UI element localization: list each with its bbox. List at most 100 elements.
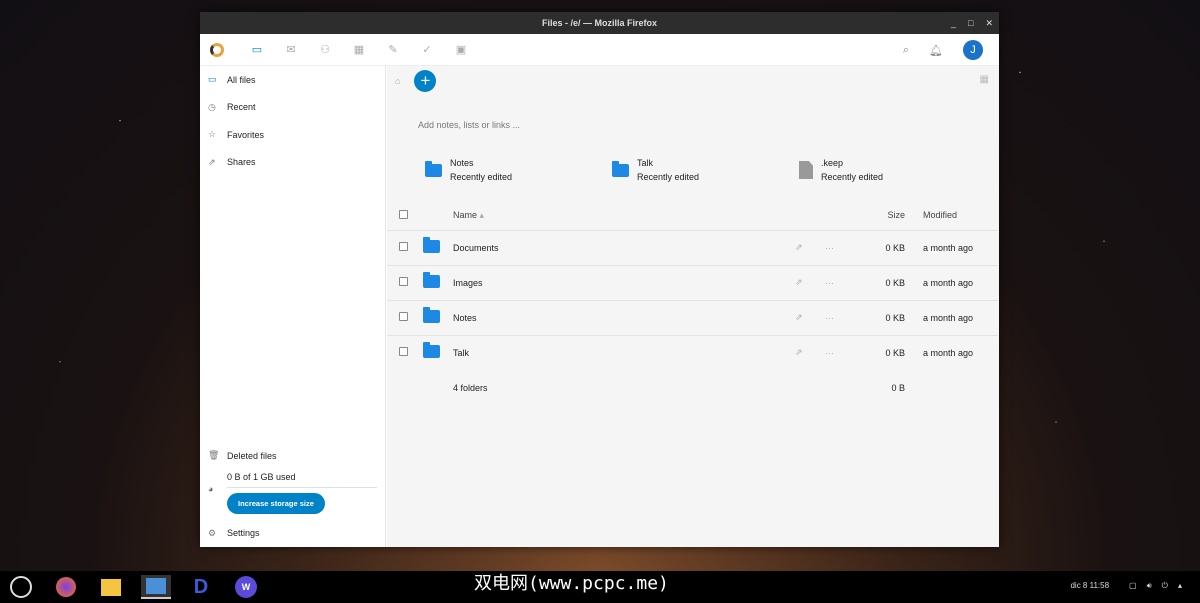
volume-icon[interactable]: 🔊︎ [1147, 581, 1152, 591]
files-icon[interactable] [141, 575, 171, 599]
recent-sub: Recently edited [450, 172, 513, 182]
app-header: ▭ ✉ ⚇ ▦ ✎ ✓ ▣ ⌕ 🔔︎ J [200, 34, 999, 66]
sidebar-item-label: All files [227, 74, 256, 85]
files-app-icon[interactable]: ▭ [240, 43, 274, 56]
table-row[interactable]: Documents ⇗ ··· 0 KB a month ago [387, 229, 998, 265]
row-checkbox[interactable] [399, 242, 408, 251]
clock-icon: ◷ [208, 101, 216, 112]
quota-text: 0 B of 1 GB used [227, 471, 296, 482]
photos-app-icon[interactable]: ▣ [444, 43, 478, 56]
file-size: 0 KB [855, 264, 905, 300]
file-table: Name ▴ Size Modified Documents ⇗ ··· 0 K… [387, 201, 998, 405]
row-checkbox[interactable] [399, 347, 408, 357]
modified-column-header[interactable]: Modified [905, 201, 998, 230]
file-name[interactable]: Documents [453, 229, 795, 265]
sidebar-item-favorites[interactable]: ☆ Favorites [200, 121, 385, 149]
row-checkbox[interactable] [399, 312, 408, 321]
search-icon[interactable]: ⌕ [903, 44, 909, 57]
recent-sub: Recently edited [821, 172, 884, 182]
sidebar-item-label: Shares [227, 157, 256, 168]
file-modified: a month ago [905, 229, 998, 265]
folder-icon: ▭ [208, 74, 217, 85]
share-icon[interactable]: ⇗ [795, 264, 825, 300]
notes-app-icon[interactable]: ✎ [376, 43, 410, 56]
sidebar-item-label: Favorites [227, 129, 265, 140]
sidebar-item-label: Recent [227, 102, 256, 113]
table-row[interactable]: Talk ⇗ ··· 0 KB a month ago [387, 334, 998, 370]
sidebar-item-label: Settings [227, 528, 260, 539]
sidebar-item-all-files[interactable]: ▭ All files [200, 66, 385, 94]
share-icon[interactable]: ⇗ [795, 229, 825, 265]
contacts-app-icon[interactable]: ⚇ [308, 43, 342, 56]
mail-icon[interactable] [96, 575, 126, 599]
new-button[interactable]: + [414, 70, 437, 92]
more-actions-icon[interactable]: ··· [825, 334, 855, 370]
recent-item[interactable]: .keep Recently edited [799, 156, 986, 184]
select-all-checkbox[interactable] [399, 209, 408, 219]
recent-item[interactable]: Talk Recently edited [612, 156, 799, 184]
table-header: Name ▴ Size Modified [387, 201, 998, 230]
recent-name: Talk [637, 158, 654, 168]
dashboard-icon[interactable]: D [186, 575, 216, 599]
avatar[interactable]: J [963, 40, 983, 60]
recent-name: .keep [821, 158, 844, 168]
calendar-app-icon[interactable]: ▦ [342, 43, 376, 56]
launcher-icon[interactable] [6, 575, 36, 599]
notification-icon[interactable]: ▢ [1129, 581, 1137, 591]
minimize-button[interactable]: _ [951, 12, 956, 34]
firefox-window: Files - /e/ — Mozilla Firefox _ □ ✕ ▭ ✉ … [200, 12, 999, 547]
power-icon[interactable]: ⏻ [1162, 581, 1168, 591]
folder-icon [423, 272, 440, 288]
recent-sub: Recently edited [637, 172, 700, 182]
grid-view-icon[interactable]: ▦ [980, 74, 989, 85]
share-icon[interactable]: ⇗ [795, 334, 825, 370]
file-name[interactable]: Notes [453, 299, 795, 335]
file-size: 0 KB [855, 229, 905, 265]
total-size: 0 B [891, 382, 905, 393]
folder-icon [423, 237, 440, 253]
title-bar: Files - /e/ — Mozilla Firefox _ □ ✕ [200, 12, 999, 34]
sidebar-item-settings[interactable]: ⚙ Settings [200, 520, 385, 548]
more-actions-icon[interactable]: ··· [825, 229, 855, 265]
sidebar-item-deleted-files[interactable]: 🗑︎ Deleted files [200, 442, 385, 470]
sidebar-item-shares[interactable]: ⇗ Shares [200, 149, 385, 177]
writer-icon[interactable]: W [231, 575, 261, 599]
file-name[interactable]: Images [453, 264, 795, 300]
file-name[interactable]: Talk [453, 334, 795, 370]
sidebar: ▭ All files ◷ Recent ☆ Favorites ⇗ Shares 🗑︎… [200, 66, 386, 547]
folder-icon [425, 160, 442, 177]
sidebar-item-recent[interactable]: ◷ Recent [200, 94, 385, 122]
clock[interactable]: dic 8 11:58 [1070, 581, 1109, 591]
file-icon [799, 161, 813, 179]
table-row[interactable]: Notes ⇗ ··· 0 KB a month ago [387, 299, 998, 335]
quota-bar [227, 486, 377, 488]
file-size: 0 KB [855, 334, 905, 370]
e-logo-icon[interactable] [210, 42, 224, 57]
mail-app-icon[interactable]: ✉ [274, 43, 308, 56]
more-actions-icon[interactable]: ··· [825, 299, 855, 335]
name-column-header[interactable]: Name ▴ [453, 201, 795, 230]
home-icon[interactable]: ⌂ [395, 76, 400, 86]
trash-icon: 🗑︎ [208, 450, 220, 461]
file-list-area: ⌂ + ▦ Add notes, lists or links ... Note… [387, 66, 999, 547]
recent-item[interactable]: Notes Recently edited [425, 156, 612, 184]
maximize-button[interactable]: □ [968, 12, 973, 34]
share-icon[interactable]: ⇗ [795, 299, 825, 335]
breadcrumb: ⌂ + [387, 66, 999, 96]
table-row[interactable]: Images ⇗ ··· 0 KB a month ago [387, 264, 998, 300]
firefox-icon[interactable] [51, 575, 81, 599]
tray-arrow-icon[interactable]: ▴ [1178, 581, 1182, 591]
notes-input[interactable]: Add notes, lists or links ... [418, 120, 999, 130]
row-checkbox[interactable] [399, 277, 408, 286]
close-button[interactable]: ✕ [985, 12, 993, 34]
tasks-app-icon[interactable]: ✓ [410, 43, 444, 56]
file-modified: a month ago [905, 334, 998, 370]
more-actions-icon[interactable]: ··· [825, 264, 855, 300]
star-icon: ☆ [208, 129, 217, 140]
folder-icon [612, 160, 629, 177]
increase-storage-button[interactable]: Increase storage size [227, 492, 325, 514]
bell-icon[interactable]: 🔔︎ [929, 44, 943, 57]
folder-count: 4 folders [453, 382, 488, 393]
size-column-header[interactable]: Size [855, 201, 905, 230]
summary-row: 4 folders 0 B [387, 370, 998, 405]
